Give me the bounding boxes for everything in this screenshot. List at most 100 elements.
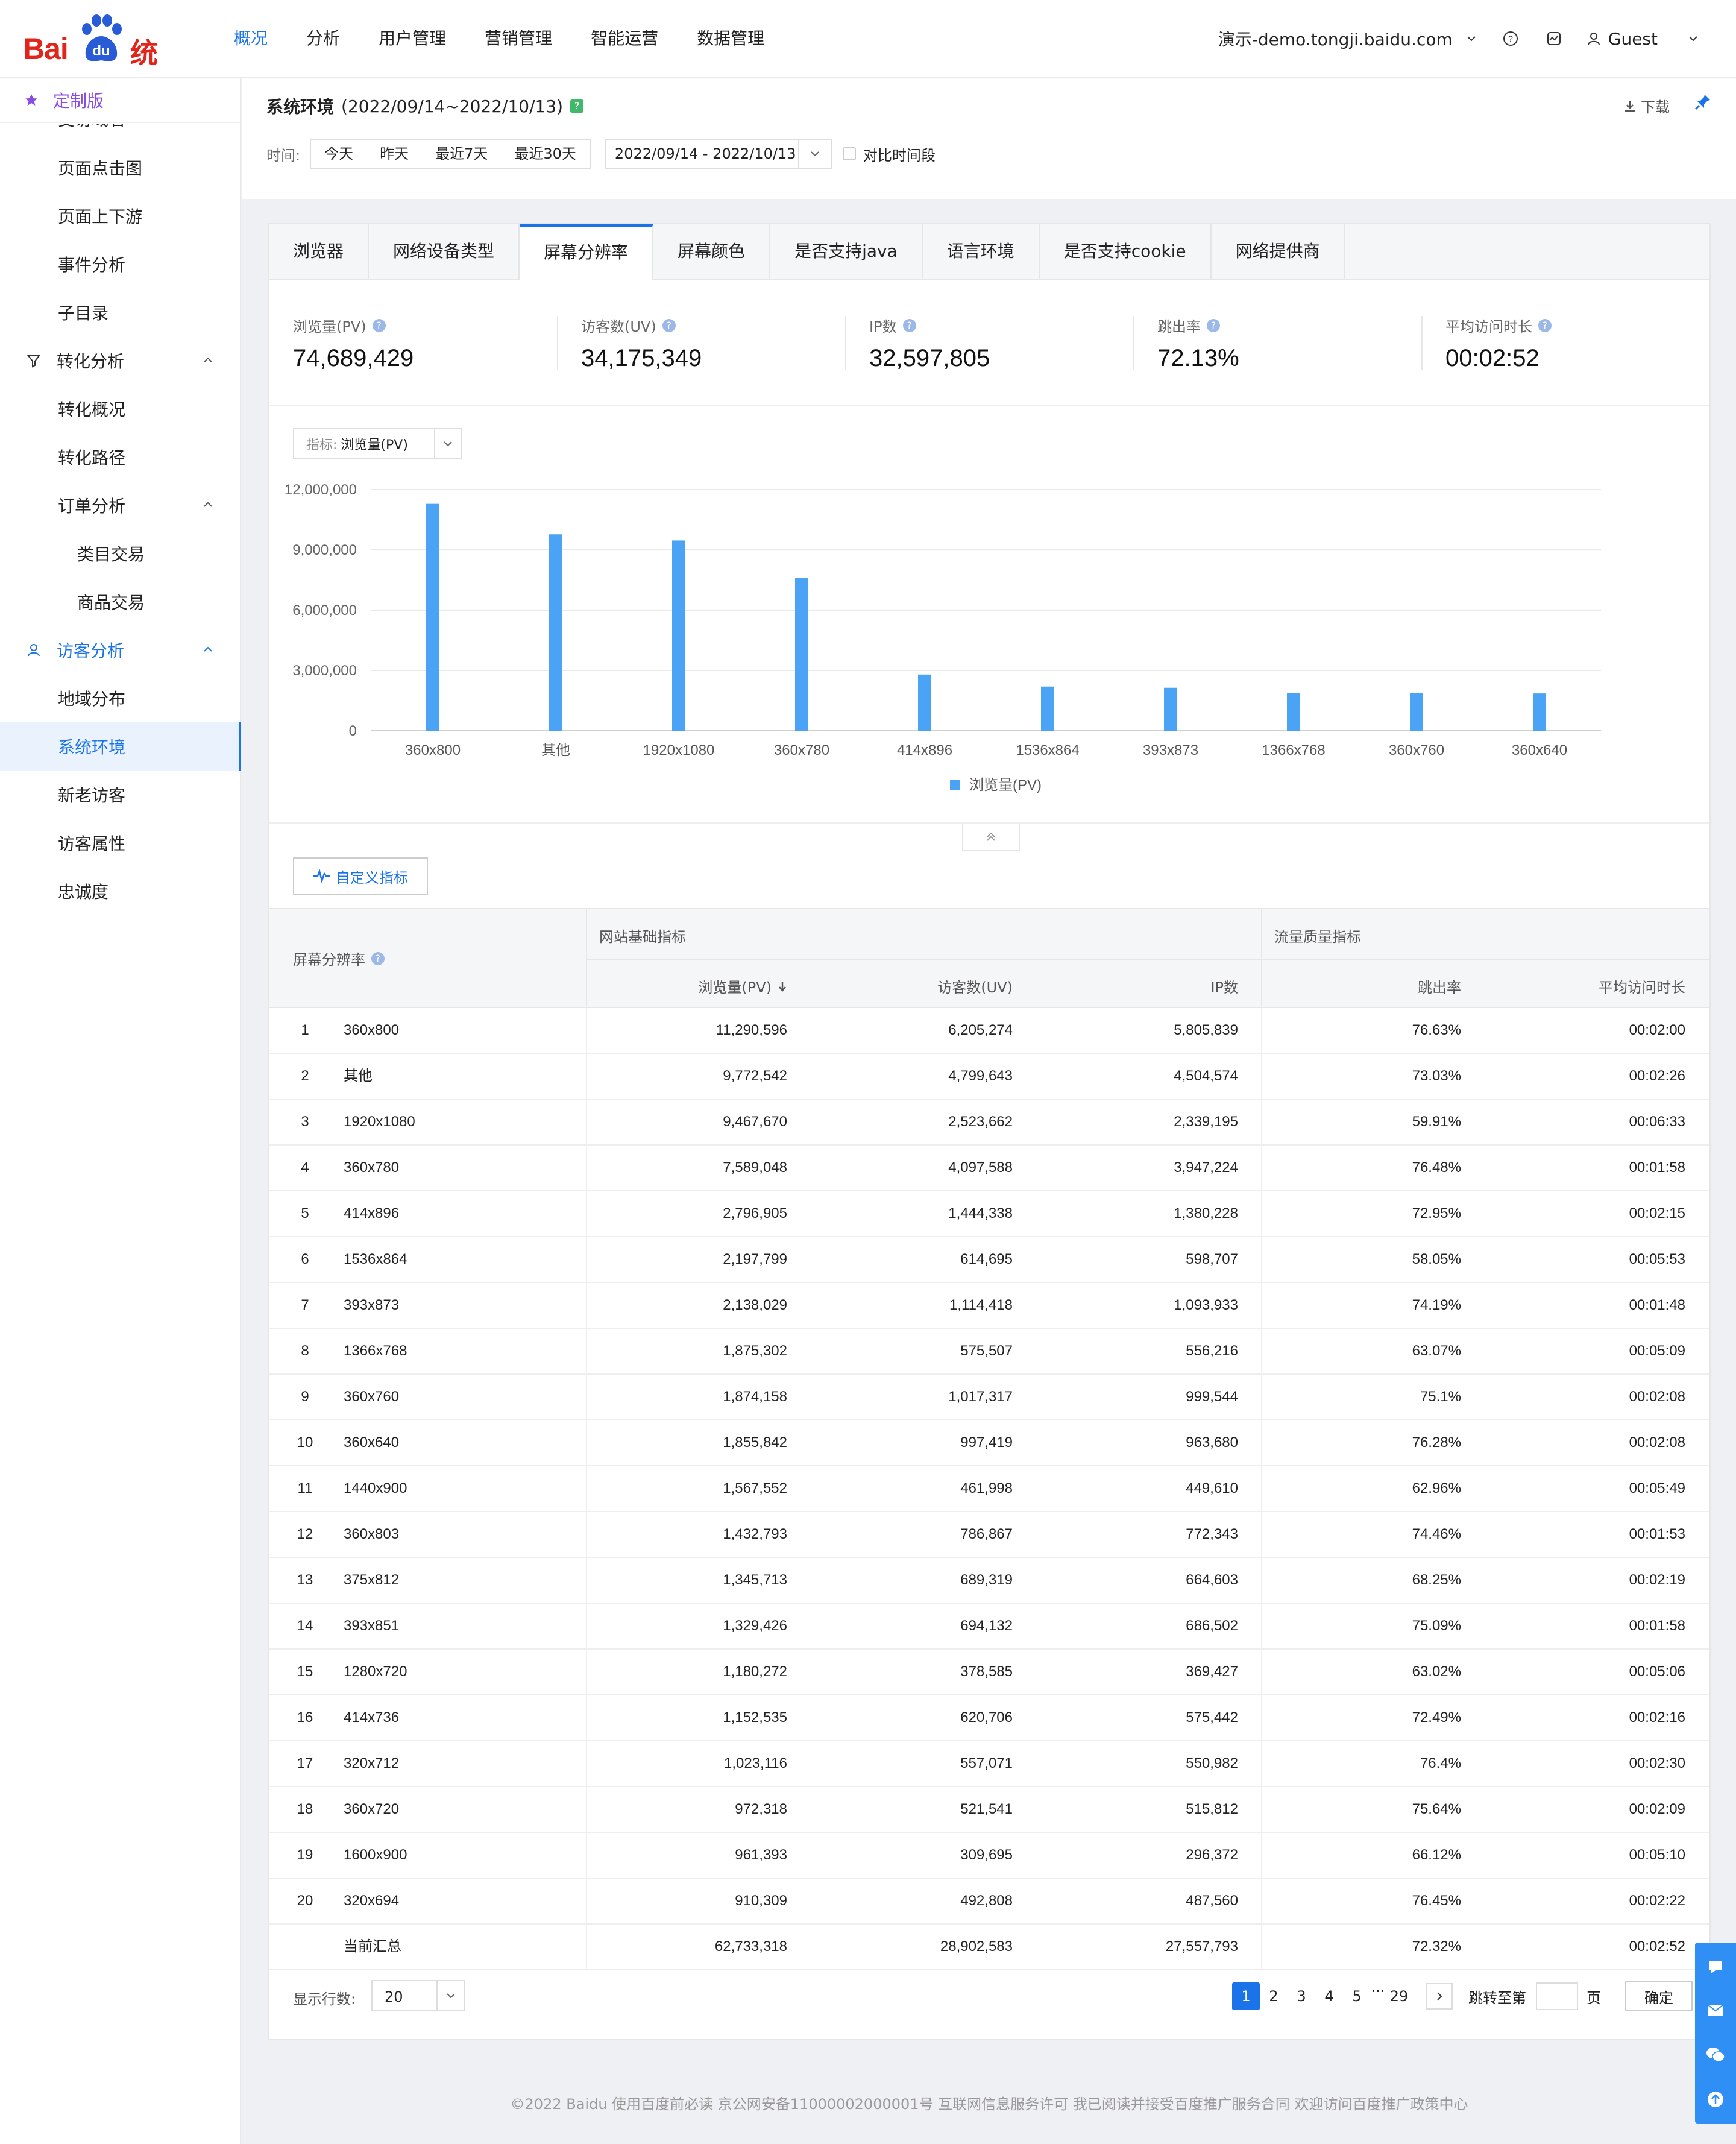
sidebar-item-conversion-overview[interactable]: 转化概况 xyxy=(0,385,241,433)
back-to-top-icon[interactable] xyxy=(1695,2081,1736,2117)
help-icon[interactable]: ? xyxy=(371,951,385,965)
column-header-ip[interactable]: IP数 xyxy=(1210,976,1238,997)
resolution-name[interactable]: 360x720 xyxy=(344,1787,399,1832)
page-button-5[interactable]: 5 xyxy=(1343,1982,1371,2010)
tab-network-provider[interactable]: 网络提供商 xyxy=(1212,224,1345,279)
download-button[interactable]: 下载 xyxy=(1624,95,1670,116)
sidebar-item-conversion-path[interactable]: 转化路径 xyxy=(0,433,241,481)
nav-item-data-management[interactable]: 数据管理 xyxy=(697,0,764,77)
resolution-name[interactable]: 414x736 xyxy=(344,1695,399,1740)
sidebar-item-loyalty[interactable]: 忠诚度 xyxy=(0,867,241,915)
page-button-2[interactable]: 2 xyxy=(1260,1982,1288,2010)
resolution-name[interactable]: 360x800 xyxy=(344,1008,399,1053)
sidebar-item-truncated[interactable]: 受访域名 xyxy=(58,124,125,133)
tab-browser[interactable]: 浏览器 xyxy=(269,224,370,279)
date-range-picker[interactable]: 2022/09/14 - 2022/10/13 xyxy=(605,139,832,169)
compare-checkbox[interactable] xyxy=(842,147,856,160)
wechat-icon[interactable] xyxy=(1695,2037,1736,2073)
help-icon[interactable]: ? xyxy=(902,318,916,332)
activity-chart-icon[interactable] xyxy=(1543,28,1565,49)
column-header-bounce[interactable]: 跳出率 xyxy=(1418,976,1461,997)
nav-item-user-management[interactable]: 用户管理 xyxy=(379,0,446,77)
sidebar-item-subdirectory[interactable]: 子目录 xyxy=(0,288,241,336)
page-button-4[interactable]: 4 xyxy=(1315,1982,1343,2010)
nav-item-marketing[interactable]: 营销管理 xyxy=(485,0,552,77)
sidebar-item-visitor-attributes[interactable]: 访客属性 xyxy=(0,819,241,867)
tab-java-support[interactable]: 是否支持java xyxy=(770,224,923,279)
help-icon[interactable]: ? xyxy=(1207,318,1220,332)
metric-selector[interactable]: 指标: 浏览量(PV) xyxy=(293,428,462,459)
sidebar-item-system-env[interactable]: 系统环境 xyxy=(0,722,241,771)
help-icon[interactable]: ? xyxy=(1500,28,1521,49)
page-button-last[interactable]: 29 xyxy=(1385,1982,1413,2010)
collapse-chart-button[interactable] xyxy=(962,824,1020,851)
baidu-tongji-logo[interactable]: Bai du 统计 xyxy=(23,13,168,109)
resolution-name[interactable]: 393x851 xyxy=(344,1604,399,1648)
tab-screen-resolution[interactable]: 屏幕分辨率 xyxy=(520,224,654,280)
resolution-name[interactable]: 375x812 xyxy=(344,1558,399,1603)
tab-screen-color[interactable]: 屏幕颜色 xyxy=(653,224,771,279)
range-7days-button[interactable]: 最近7天 xyxy=(422,140,501,168)
sidebar-item-event-analysis[interactable]: 事件分析 xyxy=(0,240,241,288)
next-page-button[interactable] xyxy=(1426,1983,1453,2010)
resolution-name[interactable]: 360x760 xyxy=(344,1375,399,1419)
sidebar-item-page-flow[interactable]: 页面上下游 xyxy=(0,192,241,240)
help-icon[interactable]: ? xyxy=(570,99,584,113)
page-ellipsis[interactable]: ··· xyxy=(1371,1982,1385,2010)
site-selector[interactable]: 演示-demo.tongji.baidu.com xyxy=(1218,27,1453,51)
column-header-uv[interactable]: 访客数(UV) xyxy=(937,976,1013,997)
jump-confirm-button[interactable]: 确定 xyxy=(1625,1981,1693,2011)
sidebar-group-visitor-analysis[interactable]: 访客分析 xyxy=(0,626,241,674)
range-today-button[interactable]: 今天 xyxy=(311,140,366,168)
tab-cookie-support[interactable]: 是否支持cookie xyxy=(1040,224,1212,279)
nav-item-analysis[interactable]: 分析 xyxy=(306,0,340,77)
resolution-name[interactable]: 360x780 xyxy=(344,1146,399,1190)
column-header-pv[interactable]: 浏览量(PV) xyxy=(698,976,787,997)
sidebar-group-conversion[interactable]: 转化分析 xyxy=(0,336,241,385)
sidebar-item-category-trade[interactable]: 类目交易 xyxy=(0,529,241,578)
resolution-name[interactable]: 1536x864 xyxy=(344,1237,407,1282)
row-index: 10 xyxy=(297,1434,313,1451)
resolution-name[interactable]: 1366x768 xyxy=(344,1329,407,1373)
custom-metrics-button[interactable]: 自定义指标 xyxy=(293,857,428,895)
column-header-duration[interactable]: 平均访问时长 xyxy=(1599,976,1685,997)
jump-page-input[interactable] xyxy=(1536,1982,1578,2010)
nav-item-smart-ops[interactable]: 智能运营 xyxy=(591,0,658,77)
tab-network-device[interactable]: 网络设备类型 xyxy=(369,224,520,279)
sidebar-item-order-analysis[interactable]: 订单分析 xyxy=(0,481,241,529)
range-yesterday-button[interactable]: 昨天 xyxy=(366,140,422,168)
sidebar-item-region[interactable]: 地域分布 xyxy=(0,674,241,722)
resolution-name[interactable]: 320x712 xyxy=(344,1741,399,1786)
compare-toggle[interactable]: 对比时间段 xyxy=(842,143,936,165)
resolution-name[interactable]: 360x803 xyxy=(344,1512,399,1557)
resolution-name[interactable]: 1600x900 xyxy=(344,1833,407,1878)
sidebar-item-new-returning[interactable]: 新老访客 xyxy=(0,771,241,819)
resolution-name[interactable]: 414x896 xyxy=(344,1191,399,1236)
resolution-name[interactable]: 其他 xyxy=(344,1054,373,1099)
page-button-1[interactable]: 1 xyxy=(1232,1982,1260,2010)
sidebar-item-product-trade[interactable]: 商品交易 xyxy=(0,578,241,626)
help-icon[interactable]: ? xyxy=(662,318,676,332)
resolution-name[interactable]: 360x640 xyxy=(344,1420,399,1465)
help-icon[interactable]: ? xyxy=(1538,318,1552,332)
row-index: 5 xyxy=(301,1205,309,1222)
range-30days-button[interactable]: 最近30天 xyxy=(501,140,590,168)
nav-item-overview[interactable]: 概况 xyxy=(234,0,268,77)
resolution-name[interactable]: 393x873 xyxy=(344,1283,399,1328)
user-menu[interactable]: Guest xyxy=(1587,29,1658,49)
tab-language[interactable]: 语言环境 xyxy=(923,224,1040,279)
sidebar-header[interactable]: 定制版 xyxy=(0,78,240,123)
resolution-name[interactable]: 1920x1080 xyxy=(344,1100,415,1144)
resolution-name[interactable]: 1440x900 xyxy=(344,1466,407,1511)
resolution-name[interactable]: 1280x720 xyxy=(344,1650,407,1694)
page-button-3[interactable]: 3 xyxy=(1288,1982,1315,2010)
resolution-name[interactable]: 320x694 xyxy=(344,1879,399,1923)
pin-icon[interactable] xyxy=(1694,93,1712,111)
help-icon[interactable]: ? xyxy=(372,318,386,332)
sidebar-item-page-click-map[interactable]: 页面点击图 xyxy=(0,143,241,192)
chevron-down-icon[interactable] xyxy=(1465,32,1478,45)
mail-icon[interactable] xyxy=(1695,1992,1736,2028)
chevron-down-icon[interactable] xyxy=(1687,32,1700,45)
feedback-icon[interactable] xyxy=(1695,1949,1736,1985)
rows-per-page-select[interactable]: 20 xyxy=(371,1980,465,2011)
